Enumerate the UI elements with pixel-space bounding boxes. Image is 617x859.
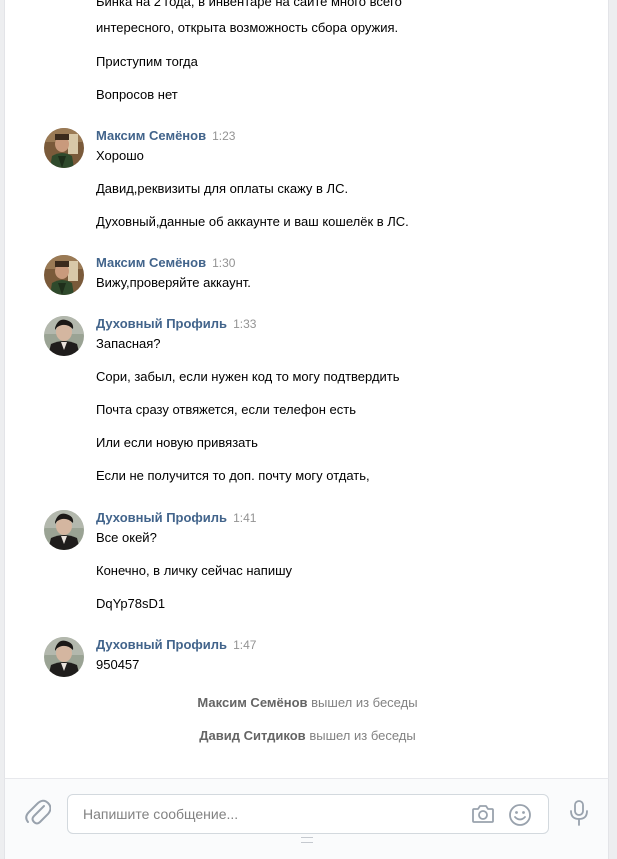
service-user-name[interactable]: Давид Ситдиков	[199, 728, 305, 743]
smile-icon[interactable]	[508, 803, 532, 830]
avatar-maxim[interactable]	[44, 128, 84, 168]
author-name[interactable]: Духовный Профиль	[96, 637, 227, 652]
message-group: Максим Семёнов 1:30 Вижу,проверяйте аккау…	[44, 255, 584, 295]
message-time[interactable]: 1:23	[212, 129, 235, 143]
message-text: Давид,реквизиты для оплаты скажу в ЛС.	[96, 181, 349, 196]
message-header: Духовный Профиль 1:47	[96, 637, 256, 655]
message-composer: Напишите сообщение...	[4, 778, 609, 859]
message-text: Сори, забыл, если нужен код то могу подт…	[96, 369, 400, 384]
message-group: Духовный Профиль 1:41 Все окей? Конечно, …	[44, 510, 584, 620]
avatar-dukhovny[interactable]	[44, 637, 84, 677]
message-input[interactable]: Напишите сообщение...	[67, 794, 549, 834]
message-group: Духовный Профиль 1:47 950457	[44, 637, 584, 677]
message-text: 950457	[96, 657, 140, 672]
avatar-dukhovny[interactable]	[44, 316, 84, 356]
paperclip-icon[interactable]	[25, 799, 52, 830]
author-name[interactable]: Максим Семёнов	[96, 255, 206, 270]
service-user-name[interactable]: Максим Семёнов	[197, 695, 307, 710]
message-time[interactable]: 1:30	[212, 256, 235, 270]
author-name[interactable]: Духовный Профиль	[96, 510, 227, 525]
message-text: интересного, открыта возможность сбора о…	[96, 20, 399, 35]
message-input-placeholder: Напишите сообщение...	[83, 806, 239, 822]
camera-icon[interactable]	[471, 803, 495, 828]
message-group: Духовный Профиль 1:33 Запасная? Сори, заб…	[44, 316, 584, 486]
message-text: Все окей?	[96, 530, 157, 545]
message-text: Приступим тогда	[96, 54, 198, 69]
message-text: Вижу,проверяйте аккаунт.	[96, 275, 251, 290]
message-header: Максим Семёнов 1:30	[96, 255, 235, 273]
message-time[interactable]: 1:33	[233, 317, 256, 331]
avatar-maxim[interactable]	[44, 255, 84, 295]
message-text: Духовный,данные об аккаунте и ваш кошелё…	[96, 214, 409, 229]
service-text: вышел из беседы	[311, 695, 418, 710]
message-text: DqYp78sD1	[96, 596, 166, 611]
message-time[interactable]: 1:41	[233, 511, 256, 525]
chat-history[interactable]: Бинка на 2 года, в инвентаре на сайте мн…	[4, 0, 609, 778]
avatar-dukhovny[interactable]	[44, 510, 84, 550]
message-text: Если не получится то доп. почту могу отд…	[96, 468, 370, 483]
message-header: Духовный Профиль 1:41	[96, 510, 256, 528]
microphone-icon[interactable]	[568, 799, 590, 830]
service-text: вышел из беседы	[309, 728, 416, 743]
message-group: Максим Семёнов 1:23 Хорошо Давид,реквизит…	[44, 128, 584, 238]
message-text: Конечно, в личку сейчас напишу	[96, 563, 293, 578]
message-header: Максим Семёнов 1:23	[96, 128, 235, 146]
service-message: Максим Семёнов вышел из беседы	[5, 695, 608, 710]
author-name[interactable]: Максим Семёнов	[96, 128, 206, 143]
resize-handle[interactable]	[301, 837, 313, 843]
service-message: Давид Ситдиков вышел из беседы	[5, 728, 608, 743]
message-text: Или если новую привязать	[96, 435, 258, 450]
message-text: Вопросов нет	[96, 87, 178, 102]
message-text: Хорошо	[96, 148, 144, 163]
message-text-partial: Бинка на 2 года, в инвентаре на сайте мн…	[96, 0, 402, 9]
message-text: Почта сразу отвяжется, если телефон есть	[96, 402, 356, 417]
message-text: Запасная?	[96, 336, 161, 351]
message-time[interactable]: 1:47	[233, 638, 256, 652]
author-name[interactable]: Духовный Профиль	[96, 316, 227, 331]
message-header: Духовный Профиль 1:33	[96, 316, 256, 334]
